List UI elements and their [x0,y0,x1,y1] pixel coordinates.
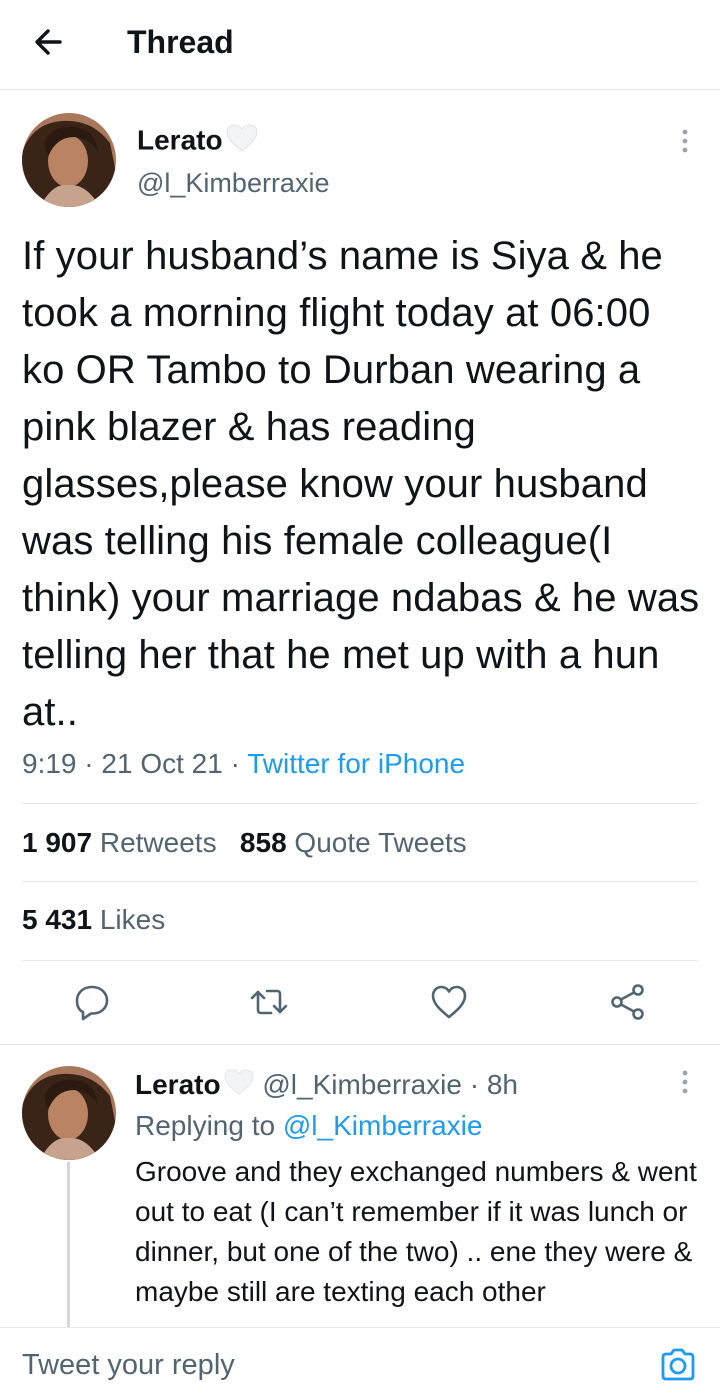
tweet-date: 21 Oct 21 [101,748,223,779]
divider [22,803,698,804]
author-name[interactable]: Lerato [137,124,223,155]
author-handle[interactable]: @l_Kimberraxie [137,166,329,200]
section-divider [0,1044,720,1045]
quotes-count: 858 [239,827,287,858]
heart-icon [431,985,467,1019]
retweets-count: 1 907 [22,827,93,858]
tweet-meta: 9:19 · 21 Oct 21 · Twitter for iPhone [22,745,465,783]
likes-label: Likes [99,904,166,935]
tweet-time: 9:19 [22,748,77,779]
white-heart-icon [225,123,259,161]
reply-age: 8h [486,1069,519,1100]
reply-button[interactable] [70,980,114,1024]
page-title: Thread [127,24,234,60]
divider [22,881,698,882]
reply-composer [0,1327,720,1400]
camera-button[interactable] [658,1345,698,1385]
meta-separator: · [230,748,240,779]
reply-input[interactable] [22,1344,582,1386]
tweet-text: If your husband’s name is Siya & he took… [22,234,700,734]
reply-text-viewport: Groove and they exchanged numbers & went… [0,1145,720,1327]
camera-icon [661,1348,695,1381]
retweet-button[interactable] [247,980,291,1024]
arrow-left-icon [35,29,62,55]
reply-bubble-icon [75,985,109,1021]
avatar[interactable] [22,113,116,207]
reply-author-name[interactable]: Lerato [135,1069,221,1100]
more-options-button[interactable] [675,127,695,157]
engagement-row: 1 907 Retweets 858 Quote Tweets [22,824,467,862]
retweets-label: Retweets [99,827,217,858]
reply-more-options-button[interactable] [675,1068,695,1098]
likes-stat[interactable]: 5 431 Likes [22,904,165,935]
reply-header: Lerato @l_Kimberraxie · 8h [135,1066,518,1106]
more-vertical-icon [682,129,688,153]
back-button[interactable] [26,22,70,62]
quotes-stat[interactable]: 858 Quote Tweets [240,827,467,858]
share-button[interactable] [606,980,650,1024]
replying-to-label: Replying to [135,1110,276,1141]
reply-separator: · [469,1069,480,1100]
share-icon [611,984,644,1020]
quotes-label: Quote Tweets [294,827,467,858]
tweet-source-link[interactable]: Twitter for iPhone [247,748,465,779]
divider [22,960,698,961]
tweet-actions [0,962,720,1044]
like-button[interactable] [427,980,471,1024]
replying-to-mention[interactable]: @l_Kimberraxie [283,1110,483,1141]
retweets-stat[interactable]: 1 907 Retweets [22,827,217,858]
reply-text: Groove and they exchanged numbers & went… [135,1156,697,1307]
likes-row: 5 431 Likes [22,901,165,939]
thread-page: Thread Lerato @l_Kimberraxie If your hus… [0,0,720,1400]
replying-to-row: Replying to @l_Kimberraxie [135,1107,482,1145]
retweet-icon [250,989,288,1015]
more-vertical-icon [682,1070,688,1094]
reply-handle[interactable]: @l_Kimberraxie [262,1069,462,1100]
likes-count: 5 431 [22,904,93,935]
white-heart-icon [223,1068,255,1106]
meta-separator: · [84,748,94,779]
top-bar: Thread [0,0,720,90]
author-name-row[interactable]: Lerato [137,123,259,161]
